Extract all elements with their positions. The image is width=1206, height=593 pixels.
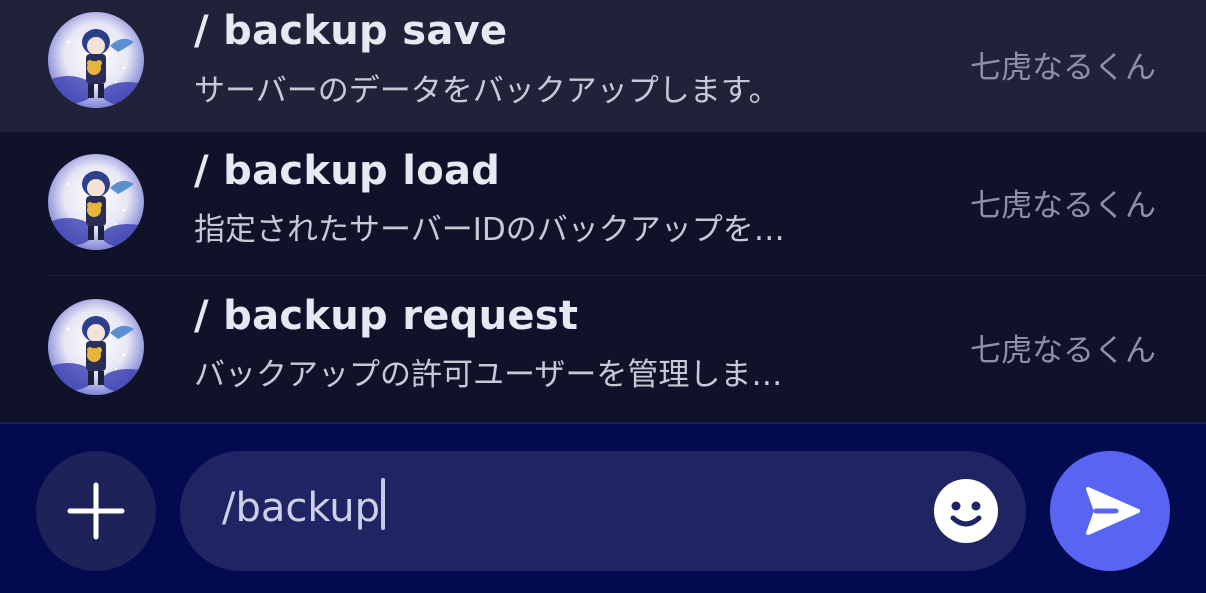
command-name: / backup save: [194, 8, 508, 54]
bot-name: 七虎なるくん: [970, 333, 1156, 369]
command-suggestions-list: / backup save サーバーのデータをバックアップします。 七虎なるくん: [0, 0, 1206, 422]
emoji-button[interactable]: [933, 478, 999, 544]
add-attachment-button[interactable]: [36, 451, 156, 571]
message-input-text[interactable]: /backup: [222, 478, 386, 536]
bot-avatar-icon: [48, 299, 144, 395]
message-composer: /backup: [0, 422, 1206, 593]
emoji-icon: [934, 479, 998, 543]
suggestion-item-backup-load[interactable]: / backup load 指定されたサーバーIDのバックアップを… 七虎なるく…: [0, 132, 1206, 274]
plus-icon: [67, 482, 125, 540]
screen: / backup save サーバーのデータをバックアップします。 七虎なるくん: [0, 0, 1206, 593]
command-description: サーバーのデータをバックアップします。: [194, 73, 780, 109]
suggestion-item-backup-request[interactable]: / backup request バックアップの許可ユーザーを管理しま… 七虎な…: [0, 277, 1206, 419]
row-divider: [48, 275, 1206, 276]
command-description: バックアップの許可ユーザーを管理しま…: [194, 357, 783, 393]
send-button[interactable]: [1050, 451, 1170, 571]
command-name: / backup load: [194, 148, 501, 194]
bot-avatar-icon: [48, 12, 144, 108]
message-input-value: /backup: [222, 485, 381, 531]
suggestion-item-backup-save[interactable]: / backup save サーバーのデータをバックアップします。 七虎なるくん: [0, 0, 1206, 132]
text-caret: [381, 478, 386, 530]
bot-name: 七虎なるくん: [970, 188, 1156, 224]
send-icon: [1086, 487, 1140, 535]
command-description: 指定されたサーバーIDのバックアップを…: [194, 212, 785, 248]
bot-name: 七虎なるくん: [970, 50, 1156, 86]
message-input[interactable]: /backup: [180, 451, 1026, 571]
bot-avatar-icon: [48, 154, 144, 250]
command-name: / backup request: [194, 293, 579, 339]
